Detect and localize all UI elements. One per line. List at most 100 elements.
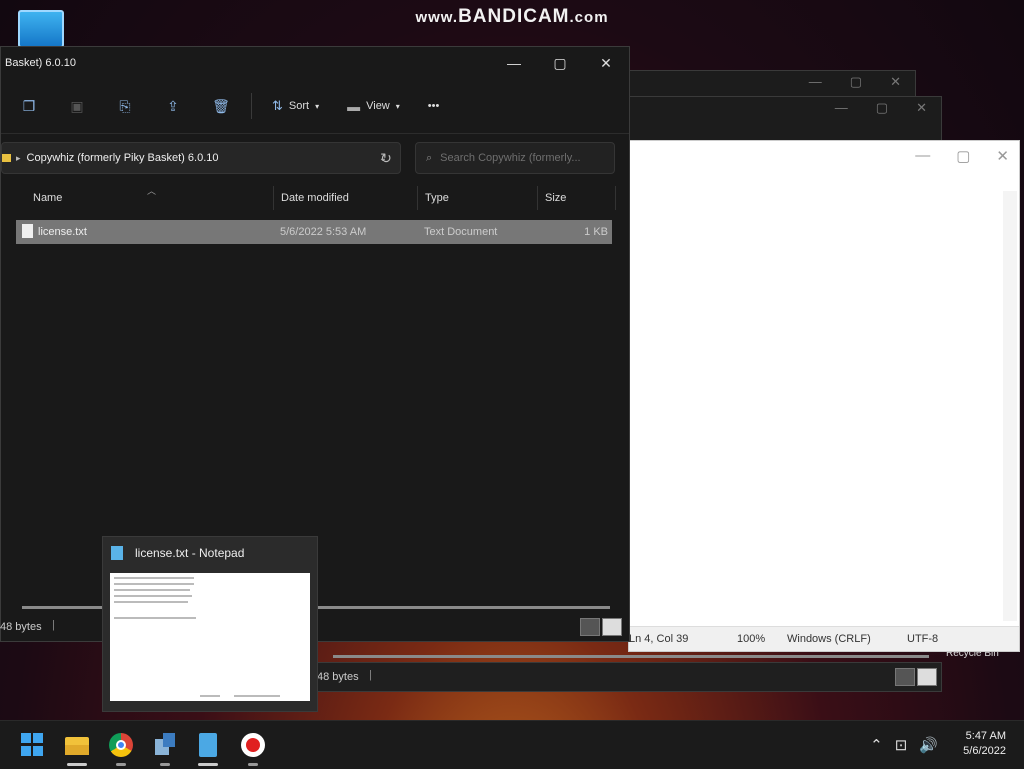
address-row: ▸ Copywhiz (formerly Piky Basket) 6.0.10…	[1, 134, 629, 182]
column-header-type[interactable]: Type	[425, 192, 449, 204]
copy-icon: ❐	[22, 97, 36, 114]
clock-date: 5/6/2022	[963, 745, 1006, 757]
chevron-down-icon: ▾	[395, 101, 400, 111]
file-name[interactable]: license.txt	[38, 226, 87, 238]
address-path[interactable]: Copywhiz (formerly Piky Basket) 6.0.10	[27, 152, 366, 164]
window-title: Basket) 6.0.10	[5, 57, 76, 69]
file-size: 1 KB	[584, 226, 608, 238]
search-box[interactable]: ⌕ Search Copywhiz (formerly...	[415, 142, 615, 174]
refresh-icon[interactable]: ↻	[371, 150, 401, 167]
folder-icon	[2, 154, 11, 162]
paste-button[interactable]: ▣	[53, 91, 101, 121]
notepad-vertical-scrollbar[interactable]	[1003, 191, 1017, 621]
network-icon[interactable]: ⊡	[895, 736, 908, 754]
start-button[interactable]	[21, 733, 45, 757]
thumbnail-image[interactable]	[110, 573, 310, 701]
windows-logo-icon	[21, 733, 31, 743]
tiles-view-button[interactable]	[602, 618, 622, 636]
bandicam-record-icon[interactable]	[241, 733, 265, 757]
notepad-taskbar-icon[interactable]	[199, 733, 217, 757]
close-icon[interactable]: ✕	[890, 74, 901, 90]
notepad-window[interactable]: — ▢ ✕ Ln 4, Col 39 100% Windows (CRLF) U…	[628, 140, 1020, 652]
zoom-level: 100%	[737, 633, 766, 645]
chrome-icon[interactable]	[109, 733, 133, 757]
column-header-date[interactable]: Date modified	[281, 192, 349, 204]
address-bar[interactable]: ▸ Copywhiz (formerly Piky Basket) 6.0.10…	[1, 142, 401, 174]
maximize-icon[interactable]: ▢	[876, 100, 888, 116]
lower-status-text: 48 bytes	[317, 671, 359, 683]
horizontal-scrollbar[interactable]	[333, 655, 929, 658]
more-icon: •••	[427, 100, 440, 112]
more-options-button[interactable]: •••	[414, 91, 454, 121]
rename-button[interactable]: ⎘	[101, 91, 149, 121]
maximize-icon[interactable]: ▢	[850, 74, 862, 90]
chevron-right-icon[interactable]: ▸	[16, 153, 21, 164]
running-indicator	[248, 763, 258, 766]
column-divider[interactable]	[273, 186, 274, 210]
column-header-name[interactable]: Name	[33, 192, 62, 204]
text-file-icon	[22, 224, 33, 238]
preview-line	[114, 601, 188, 603]
paste-icon: ▣	[70, 97, 84, 114]
notepad-maximize-icon[interactable]: ▢	[956, 147, 970, 165]
file-row-license[interactable]: license.txt 5/6/2022 5:53 AM Text Docume…	[16, 220, 612, 244]
preview-line	[114, 589, 190, 591]
preview-line	[200, 695, 220, 697]
notepad-text-area[interactable]	[631, 191, 1005, 611]
rename-icon: ⎘	[119, 97, 131, 114]
column-divider[interactable]	[417, 186, 418, 210]
notepad-thumbnail-preview[interactable]: license.txt - Notepad	[102, 536, 318, 712]
sort-up-icon: ︿	[147, 186, 157, 196]
chevron-up-icon[interactable]: ⌃	[870, 736, 883, 754]
watermark-prefix: www.	[415, 9, 459, 26]
preview-line	[114, 577, 194, 579]
file-type: Text Document	[424, 226, 498, 238]
sort-button[interactable]: ⇅ Sort ▾	[258, 91, 333, 121]
windows-logo-icon	[33, 733, 43, 743]
close-icon[interactable]: ✕	[583, 55, 629, 72]
encoding: UTF-8	[907, 633, 939, 645]
thumbnail-title: license.txt - Notepad	[135, 546, 245, 560]
clock[interactable]: 5:47 AM 5/6/2022	[963, 729, 1006, 759]
chevron-down-icon: ▾	[315, 101, 320, 111]
running-indicator	[116, 763, 126, 766]
windows-logo-icon	[21, 746, 31, 756]
notepad-minimize-icon[interactable]: —	[915, 147, 930, 165]
share-button[interactable]: ⇪	[149, 91, 197, 121]
close-icon[interactable]: ✕	[916, 100, 927, 116]
file-date: 5/6/2022 5:53 AM	[280, 226, 367, 238]
explorer-titlebar[interactable]: Basket) 6.0.10 — ▢ ✕	[1, 47, 629, 79]
details-view-button[interactable]	[895, 668, 915, 686]
column-header-size[interactable]: Size	[545, 192, 566, 204]
column-divider[interactable]	[537, 186, 538, 210]
minimize-icon[interactable]: —	[835, 100, 848, 116]
notepad-close-icon[interactable]: ✕	[996, 147, 1009, 165]
share-icon: ⇪	[167, 97, 179, 114]
column-divider[interactable]	[615, 186, 616, 210]
running-indicator	[198, 763, 218, 766]
view-button[interactable]: ▬ View ▾	[333, 91, 414, 121]
search-placeholder[interactable]: Search Copywhiz (formerly...	[440, 152, 580, 164]
copywhiz-icon[interactable]	[153, 733, 177, 757]
tiles-view-button[interactable]	[917, 668, 937, 686]
sort-label: Sort	[288, 100, 310, 112]
copy-button[interactable]: ❐	[5, 91, 53, 121]
maximize-icon[interactable]: ▢	[537, 55, 583, 72]
delete-icon: 🗑	[212, 97, 230, 114]
minimize-icon[interactable]: —	[491, 55, 537, 72]
file-explorer-taskbar-button[interactable]	[65, 733, 89, 757]
status-separator: |	[369, 669, 372, 681]
notepad-statusbar: Ln 4, Col 39 100% Windows (CRLF) UTF-8	[629, 626, 1019, 651]
details-view-button[interactable]	[580, 618, 600, 636]
background-window-2[interactable]: — ▢ ✕	[580, 96, 942, 142]
preview-line	[114, 617, 196, 619]
system-tray: ⌃ ⊡ 🔊	[870, 736, 938, 754]
taskbar: ⌃ ⊡ 🔊 5:47 AM 5/6/2022	[0, 720, 1024, 769]
running-indicator	[67, 763, 87, 766]
this-pc-desktop-icon[interactable]	[18, 10, 64, 53]
clock-time: 5:47 AM	[965, 730, 1006, 742]
volume-icon[interactable]: 🔊	[919, 736, 938, 754]
delete-button[interactable]: 🗑	[197, 91, 245, 121]
minimize-icon[interactable]: —	[809, 74, 822, 90]
watermark-brand: BANDICAM	[458, 6, 570, 27]
